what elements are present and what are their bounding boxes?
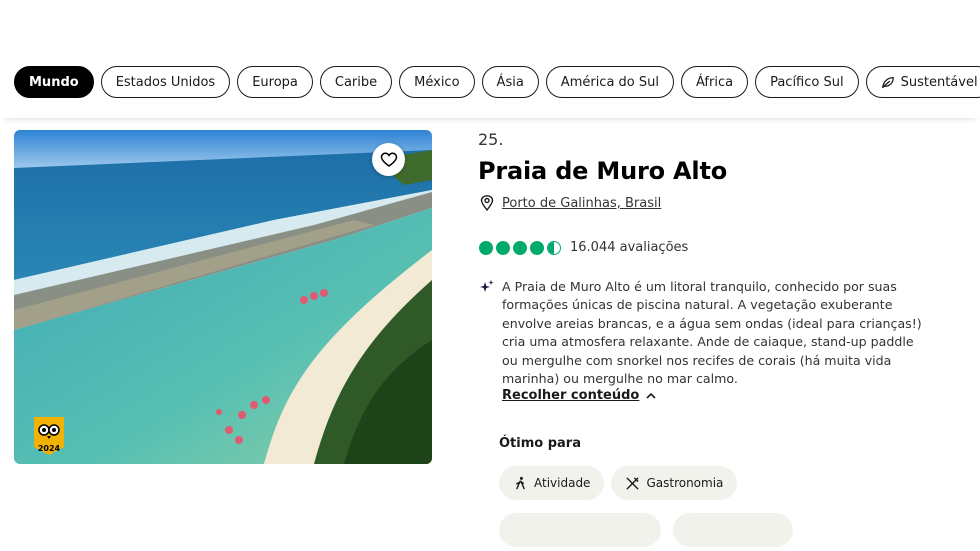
utensils-icon xyxy=(626,476,640,490)
tag-atividade[interactable]: Atividade xyxy=(499,466,605,500)
rating-row: 16.044 avaliações xyxy=(479,240,688,255)
hiker-icon xyxy=(515,476,525,489)
chip-label: Ásia xyxy=(496,74,524,90)
more-tags-row xyxy=(499,513,793,547)
good-for-tags: Atividade Gastronomia xyxy=(499,466,738,500)
chip-caribe[interactable]: Caribe xyxy=(319,66,393,98)
listing-rank: 25. xyxy=(478,130,504,149)
travelers-choice-badge: 2024 xyxy=(34,417,64,455)
chip-label: América do Sul xyxy=(560,74,659,90)
chip-label: África xyxy=(696,74,734,90)
chip-africa[interactable]: África xyxy=(681,66,749,98)
badge-year: 2024 xyxy=(37,444,61,453)
chip-mundo[interactable]: Mundo xyxy=(14,66,94,98)
listing-photo[interactable]: 2024 xyxy=(14,130,432,464)
tag-label: Gastronomia xyxy=(646,476,724,490)
chip-label: México xyxy=(414,74,460,90)
collapse-label: Recolher conteúdo xyxy=(502,388,640,403)
tag-label: Atividade xyxy=(534,476,591,490)
tag-gastronomia[interactable]: Gastronomia xyxy=(611,466,738,500)
tag-stub[interactable] xyxy=(499,513,661,547)
rating-bubble-half-icon xyxy=(547,240,561,255)
review-count[interactable]: 16.044 avaliações xyxy=(570,240,688,255)
chip-asia[interactable]: Ásia xyxy=(481,66,539,98)
map-pin-icon xyxy=(480,195,494,211)
chip-label: Mundo xyxy=(29,74,79,90)
chip-label: Pacífico Sul xyxy=(770,74,844,90)
chip-label: Estados Unidos xyxy=(115,74,216,90)
chip-sustentavel[interactable]: Sustentável xyxy=(865,66,980,98)
chevron-up-icon xyxy=(646,392,656,399)
good-for-heading: Ótimo para xyxy=(499,436,581,451)
chip-label: Caribe xyxy=(334,74,378,90)
location-link[interactable]: Porto de Galinhas, Brasil xyxy=(502,196,661,211)
chip-america-do-sul[interactable]: América do Sul xyxy=(545,66,674,98)
chip-europa[interactable]: Europa xyxy=(237,66,313,98)
chip-estados-unidos[interactable]: Estados Unidos xyxy=(100,66,231,98)
filter-bar: Mundo Estados Unidos Europa Caribe Méxic… xyxy=(0,0,980,118)
rating-bubble-icon xyxy=(530,240,544,255)
beach-photo xyxy=(14,130,432,464)
rating-bubble-icon xyxy=(496,240,510,255)
rating-bubble-icon xyxy=(513,240,527,255)
collapse-content-button[interactable]: Recolher conteúdo xyxy=(502,388,657,403)
heart-icon xyxy=(380,151,397,167)
chip-label: Sustentável xyxy=(900,74,978,90)
sparkle-icon xyxy=(480,280,494,292)
save-favorite-button[interactable] xyxy=(372,143,405,176)
chip-label: Europa xyxy=(252,74,298,90)
tag-stub[interactable] xyxy=(673,513,793,547)
listing-location: Porto de Galinhas, Brasil xyxy=(480,195,661,211)
filter-chips: Mundo Estados Unidos Europa Caribe Méxic… xyxy=(14,66,980,98)
chip-mexico[interactable]: México xyxy=(399,66,475,98)
rating-bubble-icon xyxy=(479,240,493,255)
chip-pacifico-sul[interactable]: Pacífico Sul xyxy=(755,66,859,98)
listing-description: A Praia de Muro Alto é um litoral tranqu… xyxy=(502,279,922,387)
listing-title[interactable]: Praia de Muro Alto xyxy=(478,157,727,185)
leaf-icon xyxy=(881,77,894,89)
